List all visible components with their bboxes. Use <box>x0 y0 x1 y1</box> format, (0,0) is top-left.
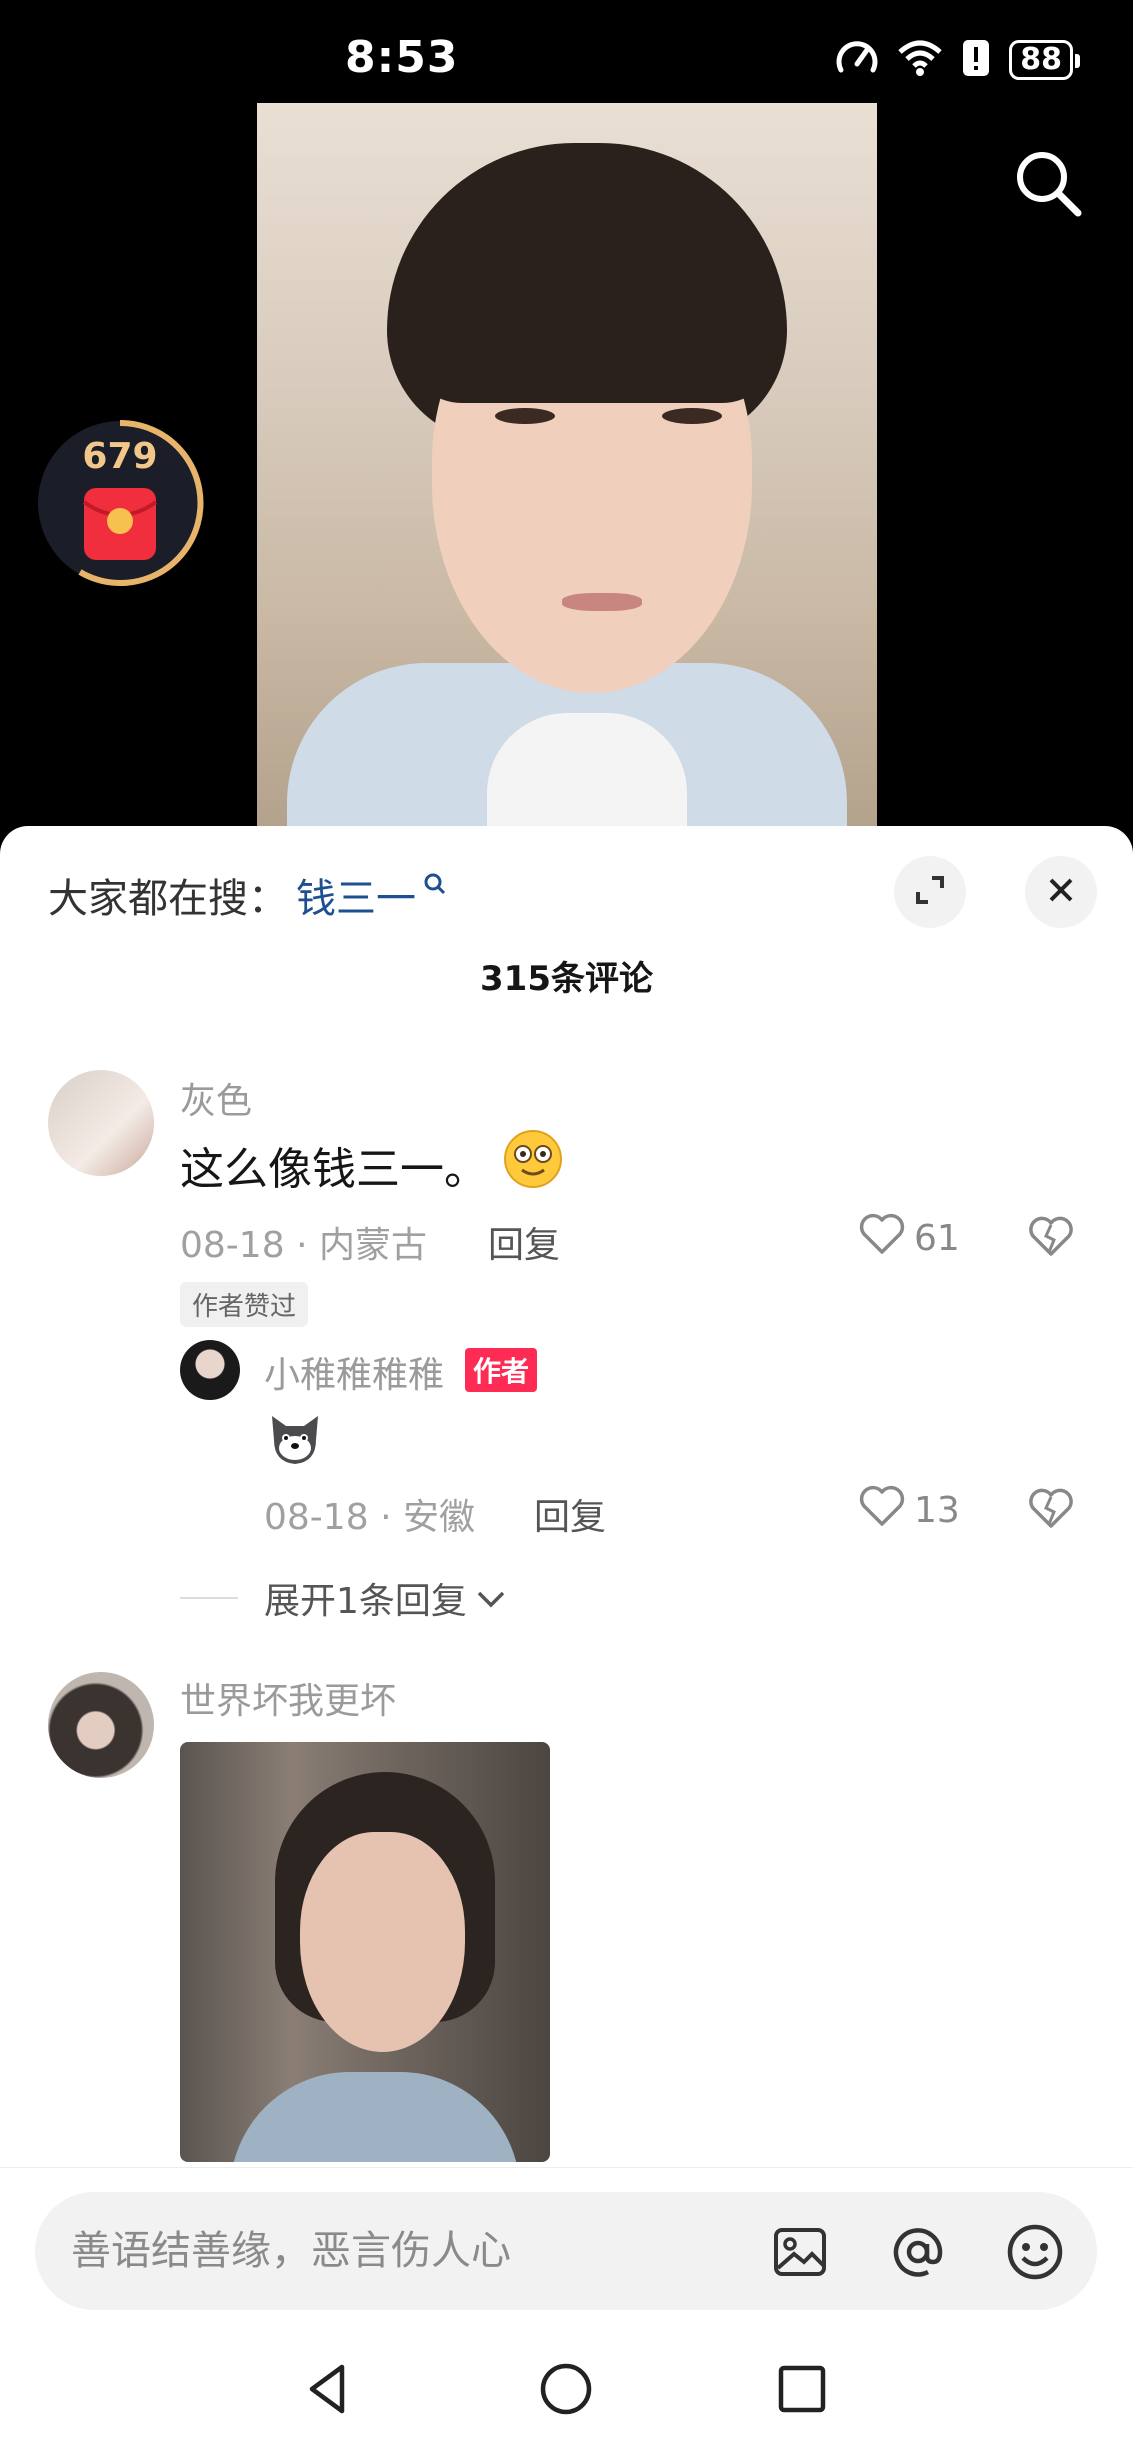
red-packet-widget[interactable]: 679 <box>35 418 205 588</box>
comment-count: 315条评论 <box>480 959 653 999</box>
reply-location: 安徽 <box>402 1497 475 1538</box>
search-hint-term[interactable]: 钱三一 <box>296 866 416 924</box>
image-icon[interactable] <box>770 2222 830 2282</box>
comment-input[interactable] <box>71 2192 751 2310</box>
video-player[interactable] <box>257 103 877 828</box>
search-hint-label: 大家都在搜： <box>48 876 288 922</box>
back-icon[interactable] <box>298 2359 358 2419</box>
like-count: 13 <box>914 1490 960 1531</box>
close-icon <box>1045 874 1077 910</box>
comment-text-row: 这么像钱三一。 <box>180 1128 564 1201</box>
reply-username[interactable]: 小稚稚稚稚 <box>264 1346 444 1398</box>
battery-indicator: 88 <box>1009 40 1080 80</box>
emoji-icon[interactable] <box>1005 2222 1065 2282</box>
wifi-icon <box>897 38 943 82</box>
recents-icon[interactable] <box>772 2359 832 2419</box>
comment-text: 这么像钱三一。 <box>180 1143 488 1195</box>
comment-meta: 08-18 · 内蒙古 <box>180 1225 427 1266</box>
comment-image[interactable] <box>180 1742 550 2162</box>
search-suggestion[interactable]: 大家都在搜： 钱三一 <box>48 866 448 924</box>
dislike-button[interactable] <box>1028 1216 1074 1262</box>
avatar[interactable] <box>48 1672 154 1778</box>
broken-heart-icon <box>1028 1216 1074 1262</box>
reply-date: 08-18 <box>264 1497 369 1538</box>
search-icon[interactable] <box>1010 145 1090 225</box>
avatar[interactable] <box>48 1070 154 1176</box>
like-button[interactable]: 61 <box>858 1212 960 1265</box>
red-packet-count: 679 <box>82 436 158 477</box>
status-icons: 88 <box>835 38 1080 82</box>
reply-meta: 08-18 · 安徽 <box>264 1497 475 1538</box>
comment-location: 内蒙古 <box>318 1225 427 1266</box>
comment-input-container <box>35 2192 1097 2310</box>
reply-avatar[interactable] <box>180 1340 240 1400</box>
smile-emoji-icon <box>502 1128 564 1201</box>
status-bar: 8:53 88 <box>0 0 1133 110</box>
home-icon[interactable] <box>536 2359 596 2419</box>
author-badge: 作者 <box>465 1348 538 1392</box>
expand-icon <box>912 872 948 912</box>
heart-icon <box>858 1484 906 1537</box>
comment-date: 08-18 <box>180 1225 285 1266</box>
expand-replies-label: 展开1条回复 <box>264 1581 467 1622</box>
comment-input-bar <box>0 2167 1133 2317</box>
like-button[interactable]: 13 <box>858 1484 960 1537</box>
dog-sticker-icon <box>264 1406 326 1472</box>
heart-icon <box>858 1212 906 1265</box>
speedometer-icon <box>835 38 879 82</box>
dislike-button[interactable] <box>1028 1488 1074 1534</box>
system-nav-bar <box>0 2317 1133 2453</box>
reply-button[interactable]: 回复 <box>534 1488 606 1540</box>
chevron-down-icon <box>475 1578 507 1619</box>
comment-username[interactable]: 灰色 <box>180 1072 252 1124</box>
reply-button[interactable]: 回复 <box>488 1216 560 1268</box>
expand-button[interactable] <box>894 856 966 928</box>
close-button[interactable] <box>1025 856 1097 928</box>
alert-icon <box>961 38 991 82</box>
small-search-icon <box>422 861 448 907</box>
like-count: 61 <box>914 1218 960 1259</box>
author-liked-tag: 作者赞过 <box>180 1282 309 1327</box>
status-time: 8:53 <box>345 32 459 83</box>
comment-username[interactable]: 世界坏我更坏 <box>180 1672 396 1724</box>
broken-heart-icon <box>1028 1488 1074 1534</box>
mention-icon[interactable] <box>888 2222 948 2282</box>
expand-replies-button[interactable]: 展开1条回复 <box>180 1572 507 1624</box>
